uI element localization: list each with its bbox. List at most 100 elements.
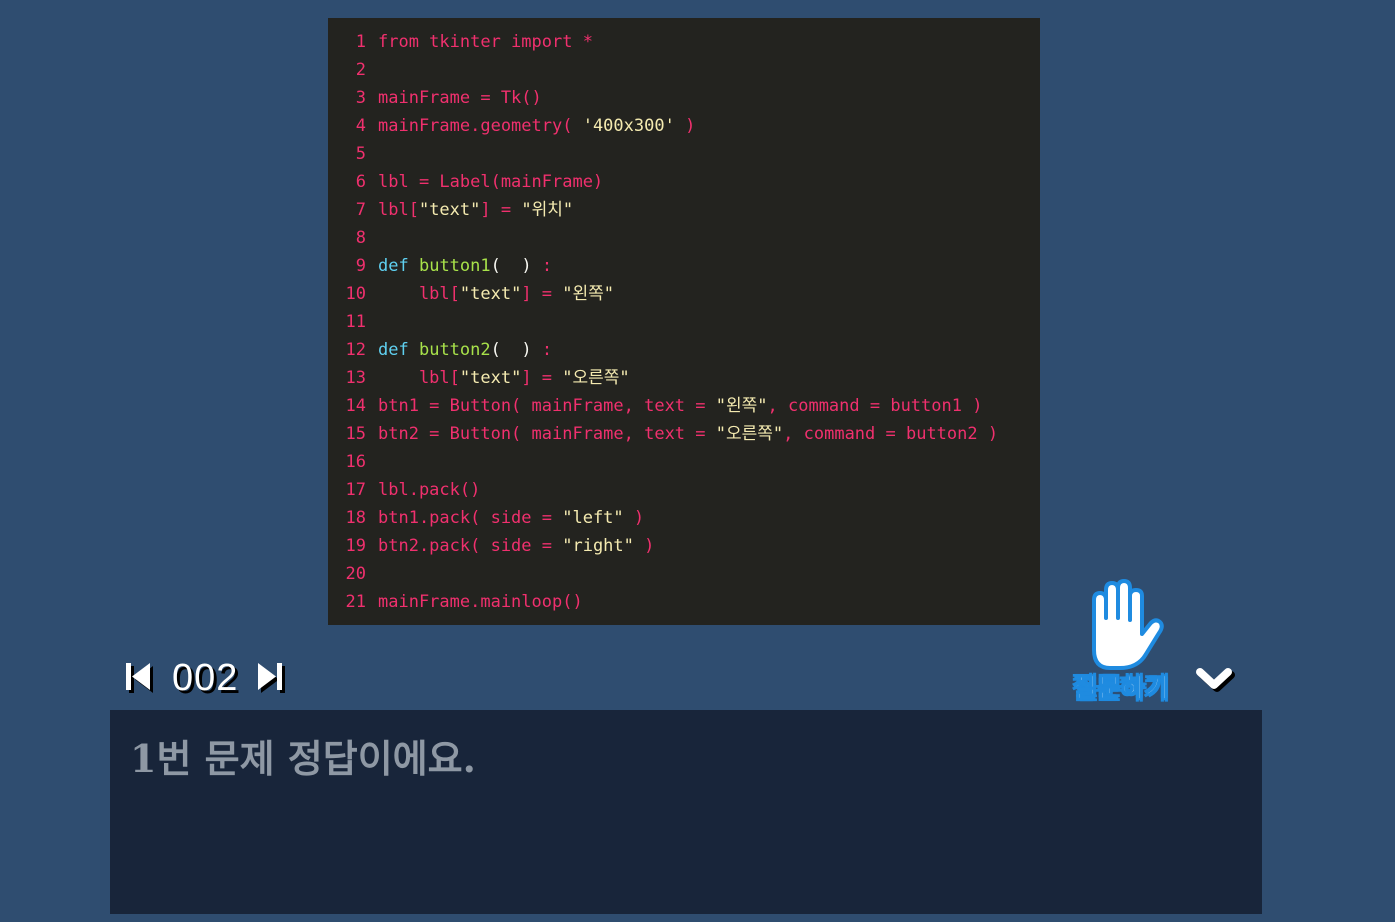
line-number: 1 — [355, 32, 366, 52]
code-token: "오른쪽" — [715, 424, 784, 444]
code-token: "left" — [562, 508, 624, 528]
code-token: '400x300' — [582, 116, 675, 136]
code-line: 16 — [328, 452, 1040, 480]
code-token: : — [531, 256, 553, 276]
previous-page-button[interactable] — [124, 660, 154, 696]
code-line: 4 mainFrame.geometry( '400x300' ) — [328, 116, 1040, 144]
code-token: "right" — [562, 536, 634, 556]
code-token: button1 — [418, 256, 491, 276]
code-token: "text" — [418, 200, 481, 220]
code-token: def — [378, 256, 409, 276]
code-token: "위치" — [521, 200, 574, 220]
code-token: lbl.pack() — [378, 480, 481, 500]
code-text: btn1 = Button( mainFrame, text = "왼쪽", c… — [378, 396, 982, 424]
line-number: 19 — [345, 536, 366, 556]
code-line: 11 — [328, 312, 1040, 340]
line-number: 5 — [355, 144, 366, 164]
code-text: mainFrame.mainloop() — [378, 592, 583, 620]
line-number: 12 — [345, 340, 366, 360]
code-line: 12 def button2( ) : — [328, 340, 1040, 368]
code-token: "왼쪽" — [562, 284, 615, 304]
code-token: ] = — [480, 200, 522, 220]
code-token: lbl[ — [378, 284, 460, 304]
code-line: 2 — [328, 60, 1040, 88]
code-line: 10 lbl["text"] = "왼쪽" — [328, 284, 1040, 312]
code-token: , command = button2 ) — [783, 424, 999, 444]
answer-message-text: 1번 문제 정답이에요. — [130, 736, 476, 781]
collapse-toggle-button[interactable] — [1194, 662, 1236, 698]
line-number: 15 — [345, 424, 366, 444]
line-number: 17 — [345, 480, 366, 500]
code-token: def — [378, 340, 409, 360]
code-line: 21 mainFrame.mainloop() — [328, 592, 1040, 620]
code-token: ( ) — [490, 340, 532, 360]
code-text: lbl["text"] = "위치" — [378, 200, 573, 228]
code-line: 9 def button1( ) : — [328, 256, 1040, 284]
line-number: 14 — [345, 396, 366, 416]
code-text: btn2.pack( side = "right" ) — [378, 536, 654, 564]
next-page-button[interactable] — [256, 660, 286, 696]
ask-question-button[interactable]: 질문하기 — [1062, 578, 1180, 705]
code-text: lbl["text"] = "왼쪽" — [378, 284, 614, 312]
code-text: def button1( ) : — [378, 256, 552, 284]
page-number: 002 — [172, 656, 239, 699]
line-number: 18 — [345, 508, 366, 528]
line-number: 21 — [345, 592, 366, 612]
code-line: 15 btn2 = Button( mainFrame, text = "오른쪽"… — [328, 424, 1040, 452]
code-text: mainFrame.geometry( '400x300' ) — [378, 116, 695, 144]
code-text: lbl["text"] = "오른쪽" — [378, 368, 630, 396]
code-line: 5 — [328, 144, 1040, 172]
skip-previous-icon — [126, 663, 153, 693]
code-line: 8 — [328, 228, 1040, 256]
code-token: ) — [623, 508, 645, 528]
line-number: 3 — [355, 88, 366, 108]
code-line: 18 btn1.pack( side = "left" ) — [328, 508, 1040, 536]
line-number: 16 — [345, 452, 366, 472]
code-token: mainFrame.mainloop() — [378, 592, 583, 612]
skip-next-icon — [258, 663, 286, 693]
line-number: 7 — [355, 200, 366, 220]
code-line: 6 lbl = Label(mainFrame) — [328, 172, 1040, 200]
answer-message-box: 1번 문제 정답이에요. — [110, 710, 1262, 914]
code-line: 17 lbl.pack() — [328, 480, 1040, 508]
code-token: btn2 = Button( mainFrame, text = — [378, 424, 716, 444]
raised-hand-icon — [1092, 579, 1164, 670]
line-number: 6 — [355, 172, 366, 192]
code-line: 13 lbl["text"] = "오른쪽" — [328, 368, 1040, 396]
screen: 1 from tkinter import * 2 3 mainFrame = Tk()… — [0, 0, 1395, 922]
code-token: btn2.pack( side = — [378, 536, 563, 556]
code-line: 14 btn1 = Button( mainFrame, text = "왼쪽",… — [328, 396, 1040, 424]
code-token: from tkinter import * — [378, 32, 593, 52]
chevron-down-icon — [1196, 668, 1235, 692]
code-token: ] = — [521, 368, 563, 388]
code-token: lbl[ — [378, 368, 460, 388]
code-token: btn1.pack( side = — [378, 508, 563, 528]
code-token: ) — [633, 536, 655, 556]
ask-question-label: 질문하기 — [1073, 674, 1170, 705]
code-token: ] = — [521, 284, 563, 304]
code-token: , command = button1 ) — [767, 396, 983, 416]
code-line: 20 — [328, 564, 1040, 592]
code-text: def button2( ) : — [378, 340, 552, 368]
code-text: mainFrame = Tk() — [378, 88, 542, 116]
line-number: 9 — [355, 256, 366, 276]
code-text: btn2 = Button( mainFrame, text = "오른쪽", … — [378, 424, 998, 452]
code-token: mainFrame = Tk() — [378, 88, 542, 108]
code-panel: 1 from tkinter import * 2 3 mainFrame = Tk()… — [328, 18, 1040, 625]
code-token: lbl = Label(mainFrame) — [378, 172, 604, 192]
code-token: "왼쪽" — [715, 396, 768, 416]
code-text: lbl.pack() — [378, 480, 480, 508]
line-number: 20 — [345, 564, 366, 584]
code-text: from tkinter import * — [378, 32, 593, 60]
code-token: "text" — [459, 368, 522, 388]
code-text: lbl = Label(mainFrame) — [378, 172, 603, 200]
code-token: ( ) — [490, 256, 532, 276]
code-token: lbl[ — [378, 200, 419, 220]
page-navigation: 002 — [124, 656, 286, 700]
code-line: 3 mainFrame = Tk() — [328, 88, 1040, 116]
line-number: 13 — [345, 368, 366, 388]
code-token: mainFrame.geometry( — [378, 116, 583, 136]
code-token: ) — [674, 116, 696, 136]
